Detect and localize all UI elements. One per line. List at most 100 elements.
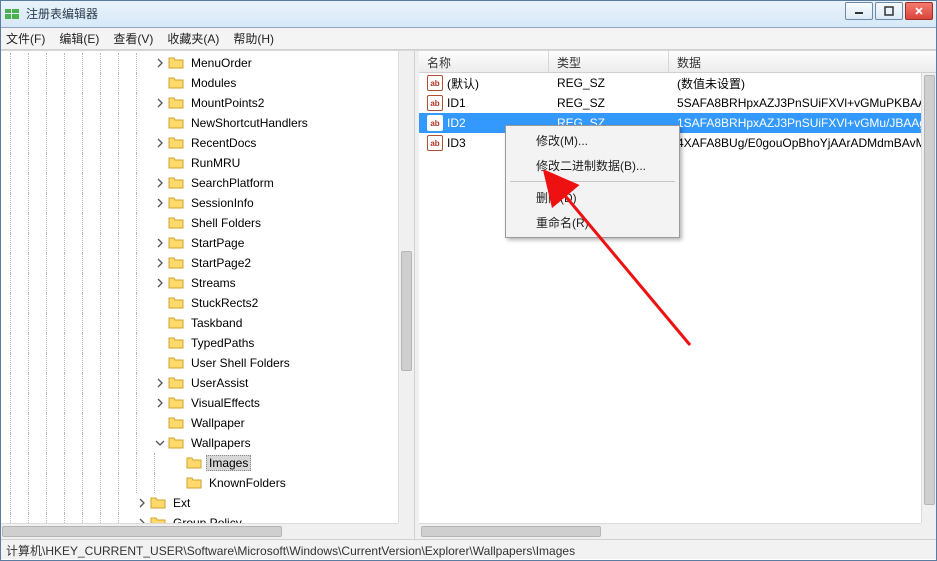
tree-node[interactable]: Shell Folders [0, 213, 398, 233]
list-header[interactable]: 名称 类型 数据 [419, 51, 937, 73]
tree-node[interactable]: SessionInfo [0, 193, 398, 213]
no-expander [154, 357, 166, 369]
window-title: 注册表编辑器 [26, 5, 98, 22]
no-expander [154, 217, 166, 229]
tree-node-label: Images [206, 455, 251, 471]
tree-node[interactable]: VisualEffects [0, 393, 398, 413]
tree-node[interactable]: NewShortcutHandlers [0, 113, 398, 133]
tree-horizontal-scrollbar[interactable] [0, 523, 398, 539]
tree-node[interactable]: RecentDocs [0, 133, 398, 153]
tree-node[interactable]: Wallpapers [0, 433, 398, 453]
tree-node-label: KnownFolders [206, 475, 289, 491]
no-expander [154, 417, 166, 429]
tree-node-label: RunMRU [188, 155, 243, 171]
folder-icon [168, 295, 184, 311]
expander-icon[interactable] [136, 497, 148, 509]
list-vertical-scrollbar[interactable] [921, 73, 937, 523]
tree-node[interactable]: Wallpaper [0, 413, 398, 433]
expander-icon[interactable] [154, 237, 166, 249]
tree-node-label: Streams [188, 275, 239, 291]
tree-vertical-scrollbar[interactable] [398, 51, 414, 523]
column-data[interactable]: 数据 [669, 51, 937, 72]
context-menu-item[interactable]: 修改二进制数据(B)... [508, 153, 677, 178]
folder-icon [150, 515, 166, 523]
no-expander [154, 117, 166, 129]
tree-node[interactable]: UserAssist [0, 373, 398, 393]
folder-icon [168, 435, 184, 451]
reg-string-icon: ab [427, 95, 443, 111]
close-button[interactable] [905, 2, 933, 20]
no-expander [172, 457, 184, 469]
tree-node[interactable]: MenuOrder [0, 53, 398, 73]
folder-icon [168, 175, 184, 191]
folder-icon [168, 335, 184, 351]
column-name[interactable]: 名称 [419, 51, 549, 72]
tree-node[interactable]: User Shell Folders [0, 353, 398, 373]
folder-icon [186, 475, 202, 491]
value-row[interactable]: abID1REG_SZ5SAFA8BRHpxAZJ3PnSUiFXVl+vGMu… [419, 93, 921, 113]
tree-node[interactable]: Modules [0, 73, 398, 93]
tree-node[interactable]: RunMRU [0, 153, 398, 173]
tree-node-label: Ext [170, 495, 193, 511]
menu-edit[interactable]: 编辑(E) [59, 30, 99, 47]
context-menu-item[interactable]: 删除(D) [508, 185, 677, 210]
no-expander [154, 77, 166, 89]
tree-node[interactable]: KnownFolders [0, 473, 398, 493]
tree-node[interactable]: Group Policy [0, 513, 398, 523]
folder-icon [168, 95, 184, 111]
tree-node-label: SearchPlatform [188, 175, 277, 191]
expander-icon[interactable] [154, 57, 166, 69]
context-menu[interactable]: 修改(M)...修改二进制数据(B)... 删除(D)重命名(R) [505, 125, 680, 238]
menu-favorites[interactable]: 收藏夹(A) [167, 30, 219, 47]
expander-icon[interactable] [154, 437, 166, 449]
tree-node[interactable]: StartPage2 [0, 253, 398, 273]
tree-node-label: StartPage [188, 235, 247, 251]
tree-node[interactable]: TypedPaths [0, 333, 398, 353]
tree-node-label: Wallpaper [188, 415, 248, 431]
tree-node[interactable]: Streams [0, 273, 398, 293]
menu-help[interactable]: 帮助(H) [233, 30, 274, 47]
tree-node[interactable]: MountPoints2 [0, 93, 398, 113]
reg-string-icon: ab [427, 115, 443, 131]
tree-node[interactable]: Ext [0, 493, 398, 513]
context-menu-item[interactable]: 重命名(R) [508, 210, 677, 235]
expander-icon[interactable] [154, 377, 166, 389]
folder-icon [168, 255, 184, 271]
tree-node-label: Group Policy [170, 515, 245, 523]
menu-view[interactable]: 查看(V) [113, 30, 153, 47]
tree-node-label: TypedPaths [188, 335, 257, 351]
folder-icon [168, 415, 184, 431]
value-row[interactable]: ab(默认)REG_SZ(数值未设置) [419, 73, 921, 93]
window-controls [845, 2, 933, 20]
minimize-button[interactable] [845, 2, 873, 20]
expander-icon[interactable] [154, 257, 166, 269]
context-menu-item[interactable]: 修改(M)... [508, 128, 677, 153]
no-expander [154, 337, 166, 349]
context-menu-separator [510, 181, 675, 182]
list-horizontal-scrollbar[interactable] [419, 523, 921, 539]
value-name: ID1 [447, 96, 466, 110]
column-type[interactable]: 类型 [549, 51, 669, 72]
registry-tree[interactable]: MenuOrderModules MountPoints2 NewShortcutH… [0, 51, 398, 523]
expander-icon[interactable] [154, 97, 166, 109]
expander-icon[interactable] [154, 177, 166, 189]
tree-node[interactable]: SearchPlatform [0, 173, 398, 193]
no-expander [172, 477, 184, 489]
folder-icon [168, 155, 184, 171]
no-expander [154, 297, 166, 309]
menu-file[interactable]: 文件(F) [6, 30, 45, 47]
value-data: 5SAFA8BRHpxAZJ3PnSUiFXVl+vGMuPKBAAg [669, 96, 921, 110]
tree-node[interactable]: Taskband [0, 313, 398, 333]
expander-icon[interactable] [154, 137, 166, 149]
tree-node[interactable]: StuckRects2 [0, 293, 398, 313]
expander-icon[interactable] [154, 397, 166, 409]
tree-node[interactable]: Images [0, 453, 398, 473]
tree-node-label: MountPoints2 [188, 95, 267, 111]
folder-icon [186, 455, 202, 471]
tree-node-label: Taskband [188, 315, 245, 331]
maximize-button[interactable] [875, 2, 903, 20]
tree-node[interactable]: StartPage [0, 233, 398, 253]
expander-icon[interactable] [154, 277, 166, 289]
scroll-corner [398, 523, 414, 539]
expander-icon[interactable] [154, 197, 166, 209]
